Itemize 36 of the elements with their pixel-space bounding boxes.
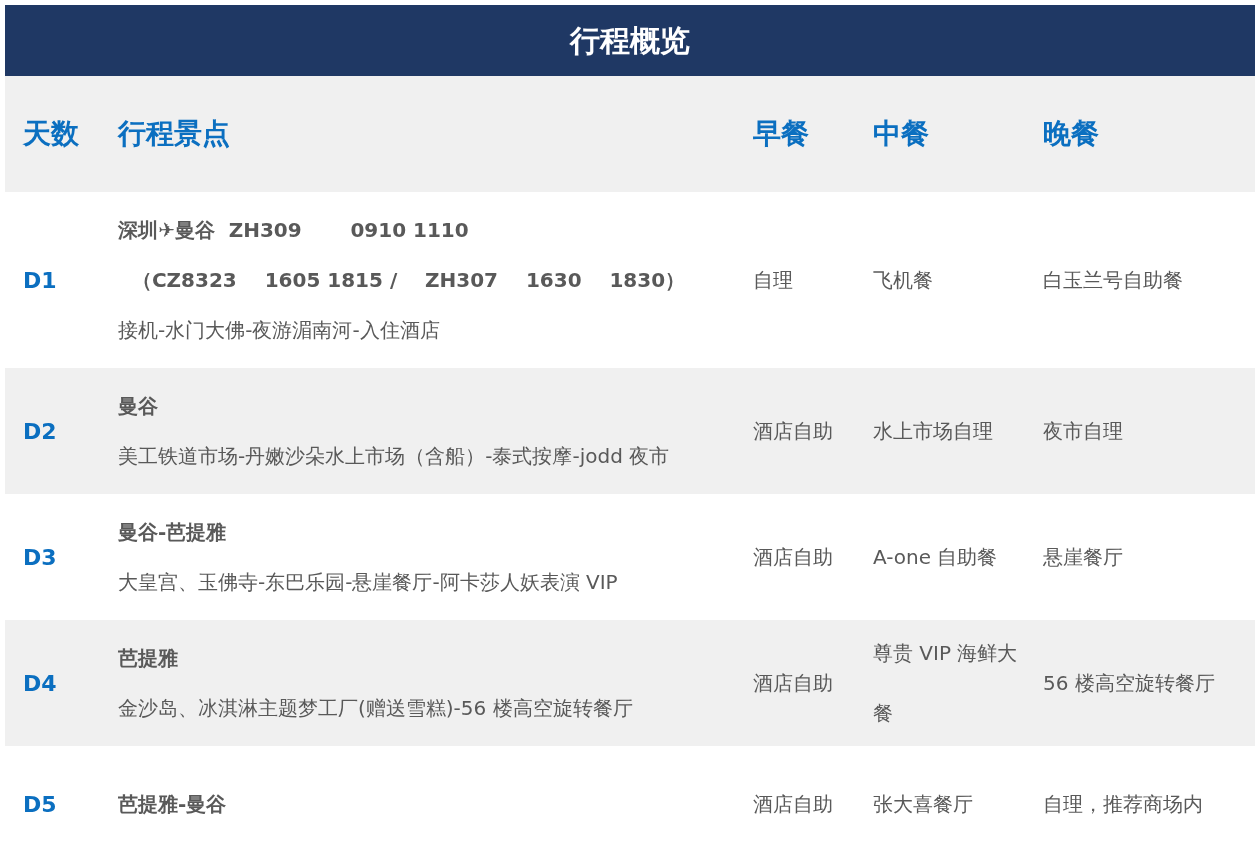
itinerary-text: 曼谷-芭提雅 [118, 519, 228, 546]
day-cell: D2 [23, 418, 57, 444]
day-cell: D4 [23, 670, 57, 696]
itinerary-text: 芭提雅 [118, 645, 179, 672]
column-header: 行程景点 [118, 117, 230, 150]
itinerary-text: 曼谷 [118, 393, 159, 420]
meal-cell: 悬崖餐厅 [1043, 544, 1123, 569]
table-title: 行程概览 [5, 5, 1255, 76]
column-header: 中餐 [873, 117, 929, 150]
meal-cell-text: 飞机餐 [873, 267, 934, 294]
itinerary-text: 金沙岛、冰淇淋主题梦工厂(赠送雪糕)-56 楼高空旋转餐厅 [118, 695, 634, 722]
day-cell: D5 [23, 791, 57, 817]
itinerary-text: 深圳✈曼谷 ZH309 0910 1110 [118, 217, 470, 244]
meal-cell: 自理，推荐商场内 [1043, 791, 1203, 816]
meal-cell: 白玉兰号自助餐 [1043, 267, 1183, 292]
day-cell: D3 [23, 544, 57, 570]
meal-cell-text: 张大喜餐厅 [873, 791, 974, 818]
column-header: 天数 [23, 117, 79, 150]
meal-cell: 酒店自助 [753, 544, 833, 569]
day-cell: D1 [23, 267, 57, 293]
meal-cell: 酒店自助 [753, 791, 833, 816]
itinerary-text: 接机-水门大佛-夜游湄南河-入住酒店 [118, 317, 441, 344]
meal-cell: 56 楼高空旋转餐厅 [1043, 670, 1215, 695]
itinerary-text: 美工铁道市场-丹嫩沙朵水上市场（含船）-泰式按摩-jodd 夜市 [118, 443, 671, 470]
meal-cell-text: 尊贵 VIP 海鲜大餐 [873, 640, 1019, 727]
column-header: 早餐 [753, 117, 809, 150]
itinerary-text: （CZ8323 1605 1815 / ZH307 1630 1830） [130, 267, 687, 294]
itinerary-text: 芭提雅-曼谷 [118, 791, 228, 818]
meal-cell: 酒店自助 [753, 418, 833, 443]
meal-cell: 酒店自助 [753, 670, 833, 695]
meal-cell-text: A-one 自助餐 [873, 544, 999, 571]
column-header: 晚餐 [1043, 117, 1099, 150]
itinerary-text: 大皇宫、玉佛寺-东巴乐园-悬崖餐厅-阿卡莎人妖表演 VIP [118, 569, 619, 596]
meal-cell-text: 水上市场自理 [873, 418, 994, 445]
meal-cell: 夜市自理 [1043, 418, 1123, 443]
meal-cell: 自理 [753, 267, 793, 292]
